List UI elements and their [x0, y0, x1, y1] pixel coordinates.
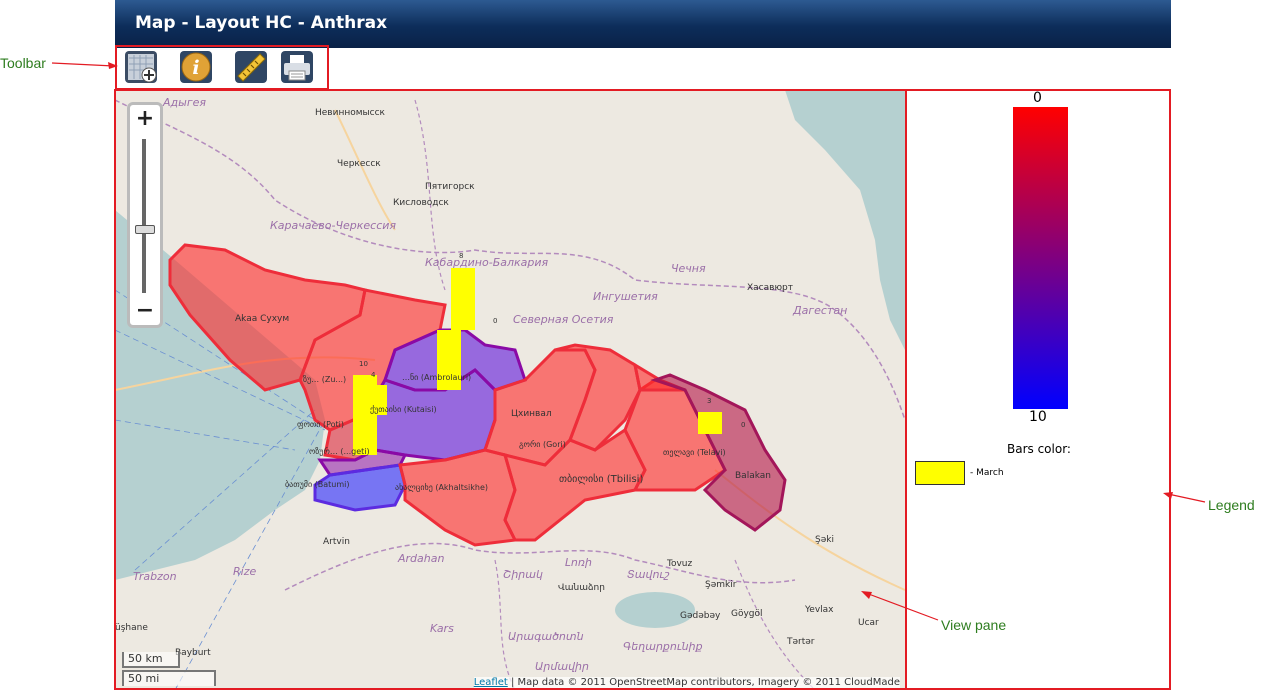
toolbar-annotation-label: Toolbar — [0, 55, 46, 71]
legend-highlight — [905, 89, 1171, 690]
toolbar-annotation-arrow — [51, 62, 118, 69]
legend-annotation-arrow — [1163, 492, 1206, 503]
view-pane-annotation-arrow — [861, 591, 939, 621]
toolbar-print-button[interactable] — [280, 50, 314, 84]
info-icon: i — [180, 51, 212, 83]
toolbar-add-layer-button[interactable] — [124, 50, 158, 84]
legend-annotation-label: Legend — [1208, 497, 1255, 513]
app-title-bar: Map - Layout HC - Anthrax — [115, 0, 1171, 48]
app-title: Map - Layout HC - Anthrax — [135, 13, 388, 33]
svg-text:i: i — [192, 57, 199, 79]
toolbar-measure-button[interactable] — [234, 50, 268, 84]
print-icon — [281, 51, 313, 83]
view-pane-highlight — [114, 89, 907, 690]
add-layer-icon — [125, 51, 157, 83]
measure-ruler-icon — [235, 51, 267, 83]
toolbar-info-button[interactable]: i — [179, 50, 213, 84]
view-pane-annotation-label: View pane — [941, 617, 1007, 633]
